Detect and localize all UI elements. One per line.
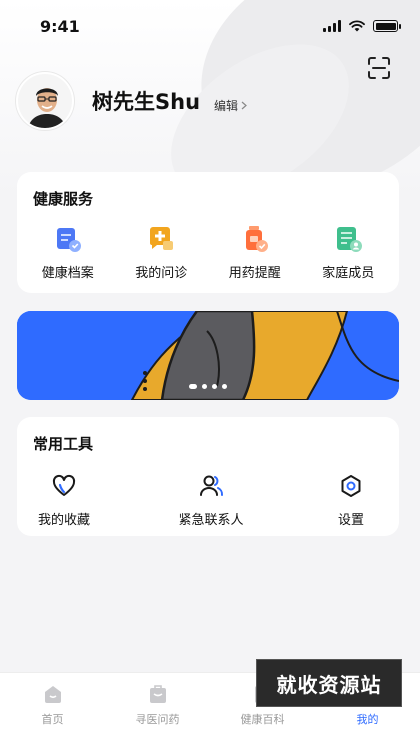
avatar-image [18, 74, 72, 128]
chevron-right-icon [241, 101, 247, 109]
user-name: 树先生Shu [92, 90, 201, 114]
family-members-icon [337, 227, 363, 252]
wifi-icon [349, 20, 365, 32]
page-dot[interactable] [212, 384, 217, 389]
health-record-icon [56, 228, 81, 252]
services-title: 健康服务 [33, 190, 94, 208]
page-dot[interactable] [202, 384, 207, 389]
home-icon [44, 686, 61, 703]
tool-settings[interactable]: 设置 [331, 473, 371, 528]
status-bar: 9:41 [0, 0, 420, 52]
tab-home[interactable]: 首页 [3, 673, 103, 746]
tab-label: 寻医问药 [135, 713, 180, 726]
heart-icon [52, 474, 76, 496]
service-label: 我的问诊 [135, 266, 188, 281]
services-grid: 健康档案 我的问诊 用药提醒 家庭成员 [17, 224, 399, 281]
battery-icon [373, 20, 401, 32]
settings-icon [341, 475, 361, 497]
service-consultation[interactable]: 我的问诊 [115, 224, 207, 281]
service-medication-reminder[interactable]: 用药提醒 [209, 224, 301, 281]
service-family-members[interactable]: 家庭成员 [302, 224, 394, 281]
tools-grid: 我的收藏 紧急联系人 设置 [17, 473, 399, 528]
page-dot[interactable] [189, 384, 197, 389]
scan-button[interactable] [366, 55, 392, 81]
medicine-bag-icon [149, 685, 166, 703]
tab-label: 首页 [41, 713, 64, 726]
tool-label: 我的收藏 [37, 513, 90, 528]
edit-label: 编辑 [214, 98, 239, 113]
edit-profile-link[interactable]: 编辑 [214, 97, 247, 114]
status-time: 9:41 [40, 16, 80, 36]
avatar[interactable] [16, 72, 74, 130]
tool-favorites[interactable]: 我的收藏 [37, 473, 91, 528]
banner-pagination [189, 384, 227, 389]
service-label: 用药提醒 [228, 266, 281, 281]
service-label: 家庭成员 [322, 266, 375, 281]
status-icons [323, 20, 401, 32]
consultation-icon [150, 227, 174, 250]
health-services-card: 健康服务 健康档案 我的问诊 用药提醒 家庭成员 [17, 172, 399, 293]
service-label: 健康档案 [41, 266, 94, 281]
cellular-signal-icon [323, 20, 341, 32]
service-health-record[interactable]: 健康档案 [22, 224, 114, 281]
contacts-icon [200, 475, 223, 496]
medication-reminder-icon [245, 226, 268, 252]
profile-header: 树先生Shu 编辑 [16, 72, 247, 130]
tab-label: 我的 [356, 713, 379, 726]
watermark: 就收资源站 [256, 659, 402, 707]
tool-label: 设置 [337, 513, 364, 528]
tab-find-doctor[interactable]: 寻医问药 [108, 673, 208, 746]
tool-emergency-contacts[interactable]: 紧急联系人 [176, 473, 246, 528]
tab-label: 健康百科 [240, 713, 285, 726]
scan-icon [368, 57, 390, 79]
page-dot[interactable] [222, 384, 227, 389]
promo-banner[interactable] [17, 311, 399, 400]
common-tools-card: 常用工具 我的收藏 紧急联系人 设置 [17, 417, 399, 536]
tool-label: 紧急联系人 [178, 513, 244, 528]
tools-title: 常用工具 [33, 435, 94, 453]
